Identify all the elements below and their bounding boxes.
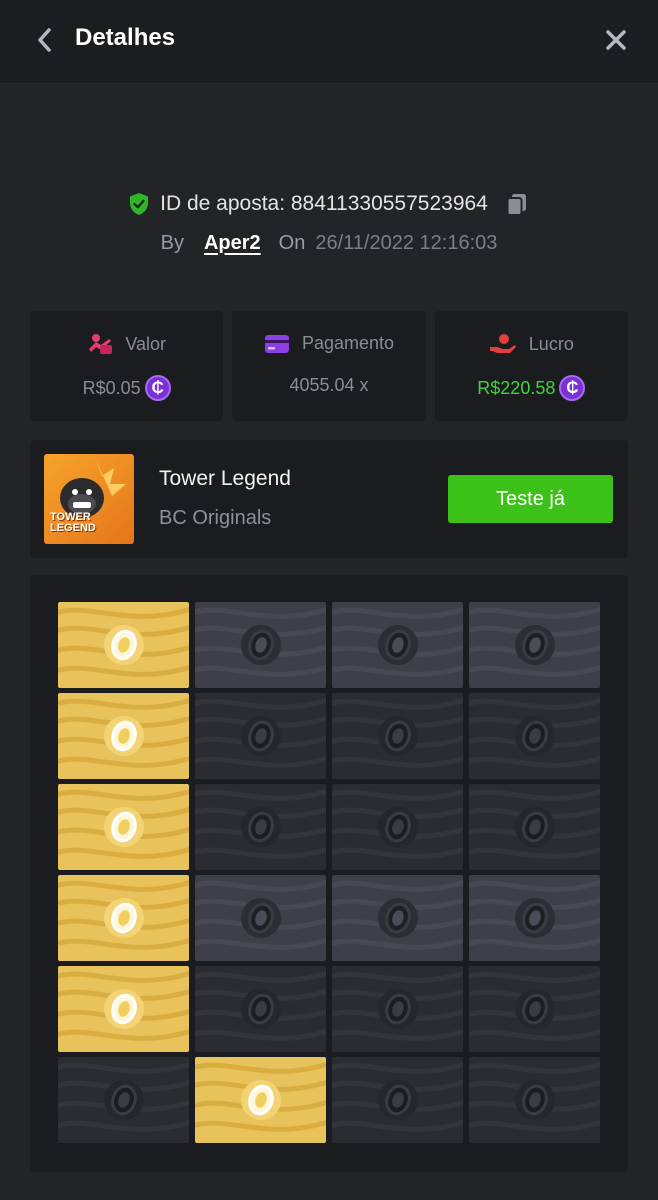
copy-icon[interactable]: [504, 191, 530, 217]
board-tile-gold: [58, 693, 189, 779]
on-label: On: [278, 231, 306, 254]
board-grid: [58, 602, 600, 1143]
coin-icon: ₵: [144, 375, 171, 401]
board-tile-dim: [195, 966, 326, 1052]
egg-icon: [514, 625, 555, 665]
game-provider: BC Originals: [159, 507, 272, 529]
stat-value: R$0.05: [82, 377, 141, 398]
board-tile-dim: [469, 784, 600, 870]
board-tile-gold: [195, 1057, 326, 1143]
egg-icon: [103, 1080, 144, 1120]
page-title: Detalhes: [75, 24, 176, 51]
game-thumb-text: TOWER LEGEND: [50, 511, 96, 534]
board-tile-dim: [58, 1057, 189, 1143]
game-thumbnail[interactable]: TOWER LEGEND: [44, 454, 134, 544]
stat-card-valor: Valor R$0.05 ₵: [30, 311, 224, 421]
board-tile-dim: [332, 693, 463, 779]
egg-icon: [514, 1080, 555, 1120]
egg-icon: [514, 807, 555, 847]
egg-icon: [240, 898, 281, 938]
egg-icon: [240, 625, 281, 665]
card-icon: [264, 334, 289, 353]
gold-egg-icon: [103, 625, 144, 665]
profit-hand-icon: [489, 334, 516, 353]
board-tile-gold: [58, 875, 189, 961]
shield-check-icon: [130, 193, 149, 215]
bet-amount-icon: [89, 334, 113, 354]
gold-egg-icon: [103, 898, 144, 938]
back-button[interactable]: [26, 22, 62, 58]
bet-date: 26/11/2022 12:16:03: [315, 231, 498, 254]
close-icon: [606, 30, 626, 50]
egg-icon: [377, 807, 418, 847]
bet-id-row: ID de aposta: 88411330557523964: [0, 184, 658, 224]
stat-card-pagamento: Pagamento 4055.04 x: [232, 311, 426, 421]
stat-label: Pagamento: [301, 333, 395, 353]
board-tile-dim: [469, 1057, 600, 1143]
game-board: [30, 575, 628, 1172]
board-tile-revealed: [469, 875, 600, 961]
board-tile-gold: [58, 966, 189, 1052]
close-button[interactable]: [598, 22, 634, 58]
game-name: Tower Legend: [159, 467, 291, 490]
board-tile-gold: [58, 602, 189, 688]
egg-icon: [377, 898, 418, 938]
board-tile-revealed: [195, 602, 326, 688]
gold-egg-icon: [103, 716, 144, 756]
game-card: TOWER LEGEND Tower Legend BC Originals T…: [30, 440, 628, 558]
gold-egg-icon: [103, 989, 144, 1029]
egg-icon: [377, 1080, 418, 1120]
egg-icon: [240, 989, 281, 1029]
egg-icon: [377, 989, 418, 1029]
bet-stats: Valor R$0.05 ₵ Pagamento 4055.04 x Lucro: [30, 311, 628, 421]
egg-icon: [377, 716, 418, 756]
board-tile-dim: [469, 966, 600, 1052]
stat-label: Valor: [125, 333, 166, 354]
board-tile-dim: [195, 693, 326, 779]
board-tile-dim: [195, 784, 326, 870]
bet-id-text: ID de aposta: 88411330557523964: [160, 192, 488, 215]
board-tile-gold: [58, 784, 189, 870]
board-tile-dim: [332, 784, 463, 870]
board-tile-revealed: [195, 875, 326, 961]
gold-egg-icon: [103, 807, 144, 847]
egg-icon: [240, 716, 281, 756]
egg-icon: [377, 625, 418, 665]
username-link[interactable]: Aper2: [204, 232, 261, 255]
chevron-left-icon: [38, 28, 51, 52]
egg-icon: [514, 898, 555, 938]
egg-icon: [514, 716, 555, 756]
board-tile-dim: [332, 966, 463, 1052]
bet-author-row: By Aper2 On 26/11/2022 12:16:03: [0, 224, 658, 262]
egg-icon: [240, 807, 281, 847]
board-tile-dim: [469, 693, 600, 779]
try-now-button[interactable]: Teste já: [448, 475, 613, 523]
by-label: By: [160, 231, 184, 254]
stat-value: R$220.58: [477, 377, 556, 398]
board-tile-dim: [332, 1057, 463, 1143]
header-bar: Detalhes: [0, 0, 658, 84]
coin-icon: ₵: [559, 375, 586, 401]
stat-label: Lucro: [528, 333, 574, 354]
board-tile-revealed: [332, 875, 463, 961]
board-tile-revealed: [332, 602, 463, 688]
stat-value: 4055.04 x: [289, 375, 369, 395]
board-tile-revealed: [469, 602, 600, 688]
gold-egg-icon: [240, 1080, 281, 1120]
egg-icon: [514, 989, 555, 1029]
stat-card-lucro: Lucro R$220.58 ₵: [434, 311, 628, 421]
